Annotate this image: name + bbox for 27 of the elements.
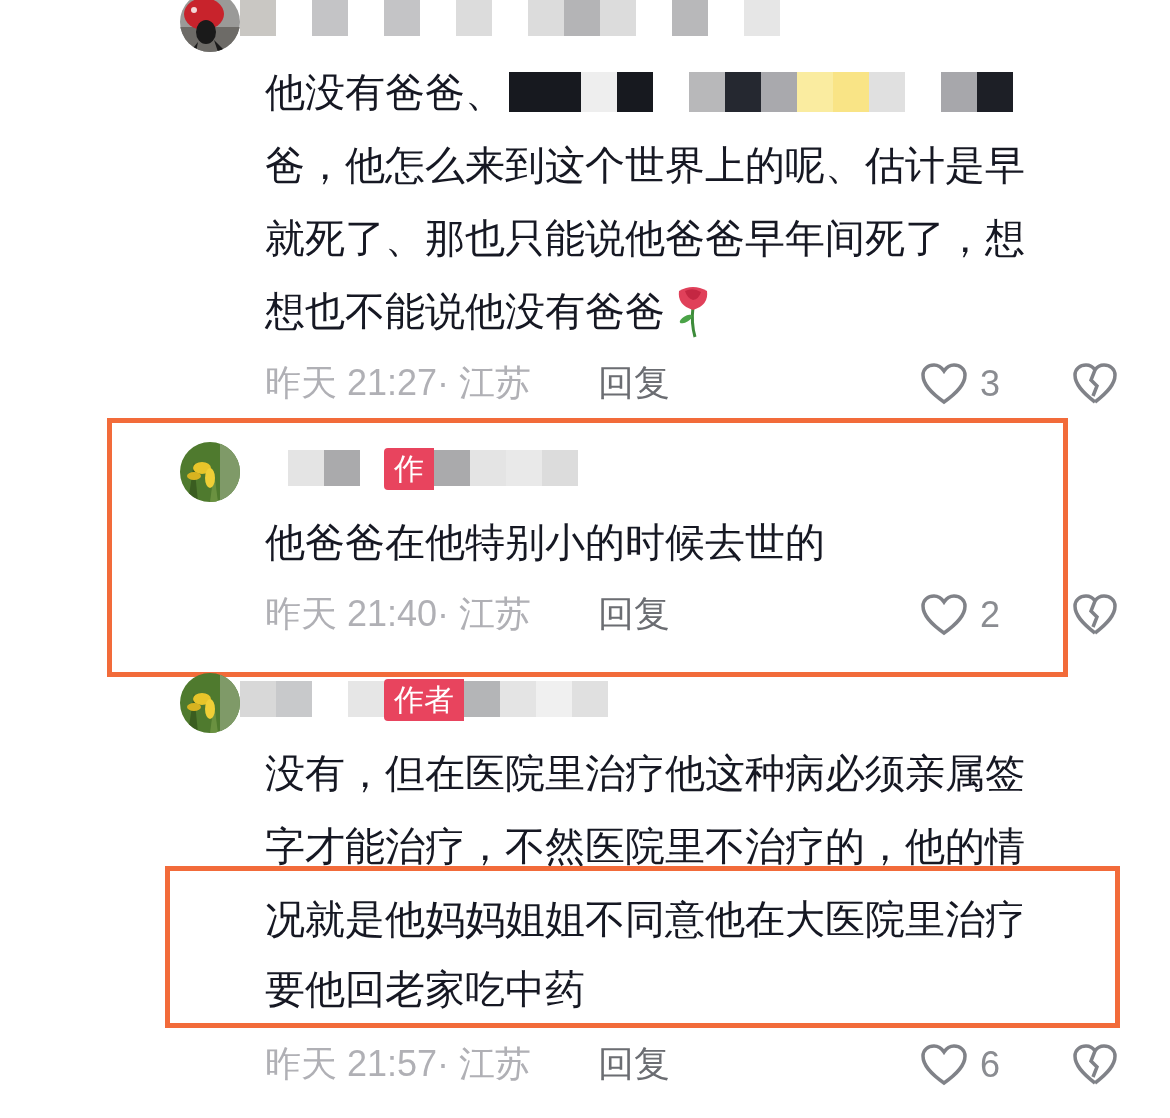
reply-link[interactable]: 回复 <box>598 1040 670 1089</box>
comment-text: 况就是他妈妈姐姐不同意他在大医院里治疗 <box>265 896 1025 942</box>
like-count: 2 <box>980 593 1001 636</box>
comment-text: 字才能治疗，不然医院里不治疗的，他的情 <box>265 822 1025 869</box>
comment-text: 想也不能说他没有爸爸 <box>265 287 665 334</box>
comment-text: 他爸爸在他特别小的时候去世的 <box>265 518 825 565</box>
broken-heart-icon[interactable] <box>1072 1042 1118 1087</box>
like-count: 3 <box>980 362 1001 405</box>
reply-link[interactable]: 回复 <box>598 359 670 408</box>
author-badge: 作者 <box>384 679 464 721</box>
comment-text: 没有，但在医院里治疗他这种病必须亲属签 <box>265 749 1025 796</box>
comment-text: 就死了、那也只能说他爸爸早年间死了，想 <box>265 214 1025 261</box>
comment-text: 爸，他怎么来到这个世界上的呢、估计是早 <box>265 141 1025 188</box>
heart-icon[interactable] <box>920 592 968 637</box>
comment-text: 要他回老家吃中药 <box>265 966 585 1012</box>
comment-time: 昨天 21:27· 江苏 <box>265 361 533 405</box>
comment-time: 昨天 21:40· 江苏 <box>265 592 533 636</box>
heart-icon[interactable] <box>920 361 968 406</box>
like-count: 6 <box>980 1043 1001 1086</box>
broken-heart-icon[interactable] <box>1072 592 1118 637</box>
author-badge: 作 <box>384 448 434 490</box>
mosaic-drawing <box>288 450 360 486</box>
reply-link[interactable]: 回复 <box>598 590 670 639</box>
comment-time: 昨天 21:57· 江苏 <box>265 1042 533 1086</box>
comment-text: 他没有爸爸、 <box>265 68 505 115</box>
heart-icon[interactable] <box>920 1042 968 1087</box>
broken-heart-icon[interactable] <box>1072 361 1118 406</box>
